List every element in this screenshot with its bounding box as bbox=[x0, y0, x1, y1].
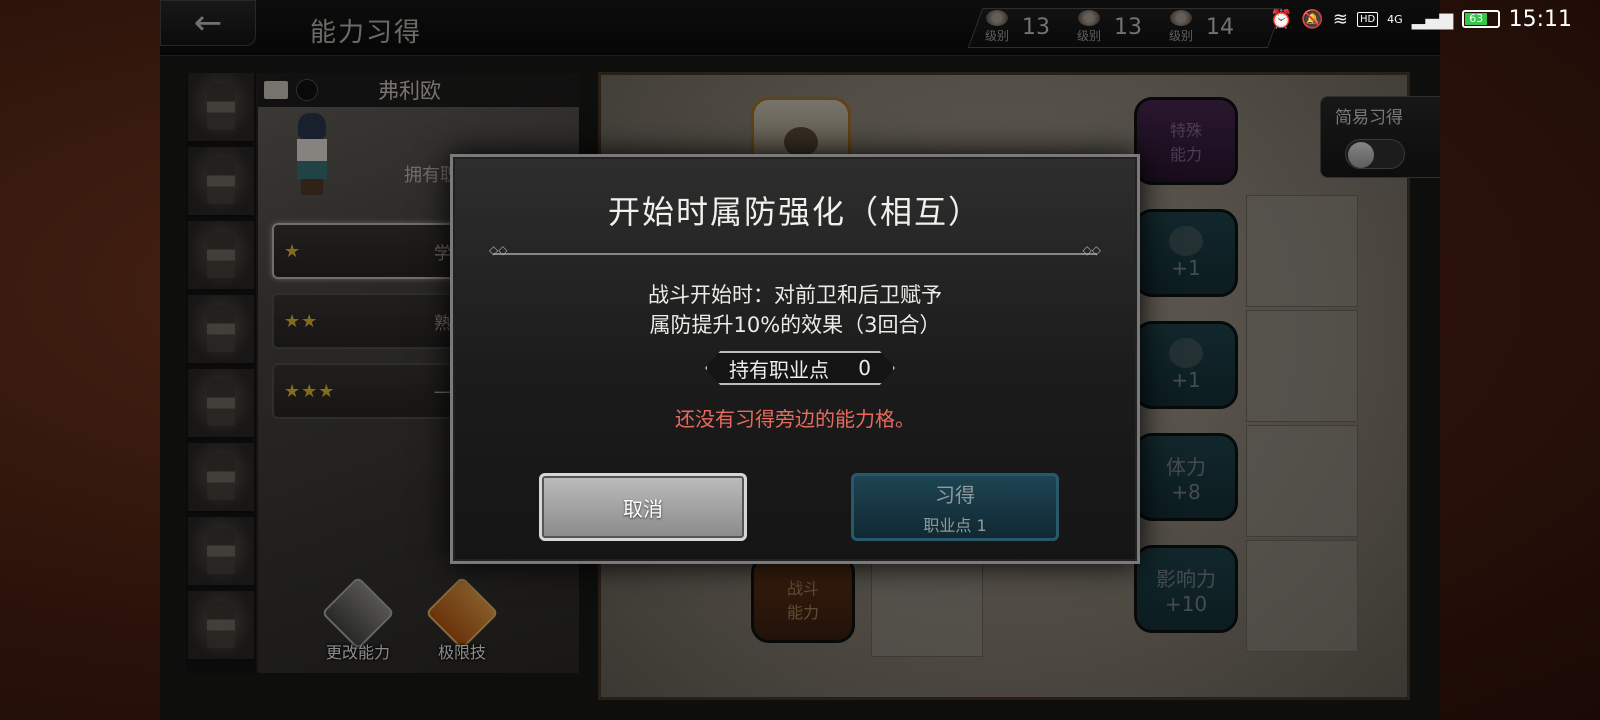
mute-icon: 🔕 bbox=[1301, 8, 1324, 30]
warning-message: 还没有习得旁边的能力格。 bbox=[675, 407, 915, 431]
clock: 15:11 bbox=[1508, 6, 1572, 32]
ability-description: 战斗开始时：对前卫和后卫赋予 bbox=[648, 283, 942, 307]
job-points-box: 持有职业点 0 bbox=[705, 351, 895, 385]
job-points-label: 持有职业点 bbox=[729, 357, 829, 382]
ability-learn-dialog: 开始时属防强化（相互） 战斗开始时：对前卫和后卫赋予 属防提升10%的效果（3回… bbox=[450, 154, 1140, 564]
cancel-button[interactable]: 取消 bbox=[539, 473, 747, 541]
screen: ← 能力习得 级别 13 级别 13 级别 14 弗利欧 ★ ★★ ★★★ 更改… bbox=[0, 0, 1600, 720]
divider bbox=[489, 243, 1101, 257]
job-points-value: 0 bbox=[858, 356, 871, 380]
alarm-icon: ⏰ bbox=[1270, 8, 1293, 30]
network-label: 4G bbox=[1387, 12, 1403, 26]
system-status-bar: ⏰ 🔕 ≋ HD 4G ▂▄▆ 63 15:11 bbox=[1270, 0, 1600, 38]
signal-icon: ▂▄▆ bbox=[1411, 8, 1454, 30]
battery-icon: 63 bbox=[1462, 10, 1500, 28]
learn-button[interactable]: 习得 职业点 1 bbox=[851, 473, 1059, 541]
dialog-title: 开始时属防强化（相互） bbox=[607, 193, 982, 231]
game-viewport: ← 能力习得 级别 13 级别 13 级别 14 弗利欧 ★ ★★ ★★★ 更改… bbox=[160, 0, 1440, 720]
hd-icon: HD bbox=[1356, 11, 1379, 27]
wifi-icon: ≋ bbox=[1332, 8, 1348, 30]
ability-description: 属防提升10%的效果（3回合） bbox=[649, 313, 941, 337]
